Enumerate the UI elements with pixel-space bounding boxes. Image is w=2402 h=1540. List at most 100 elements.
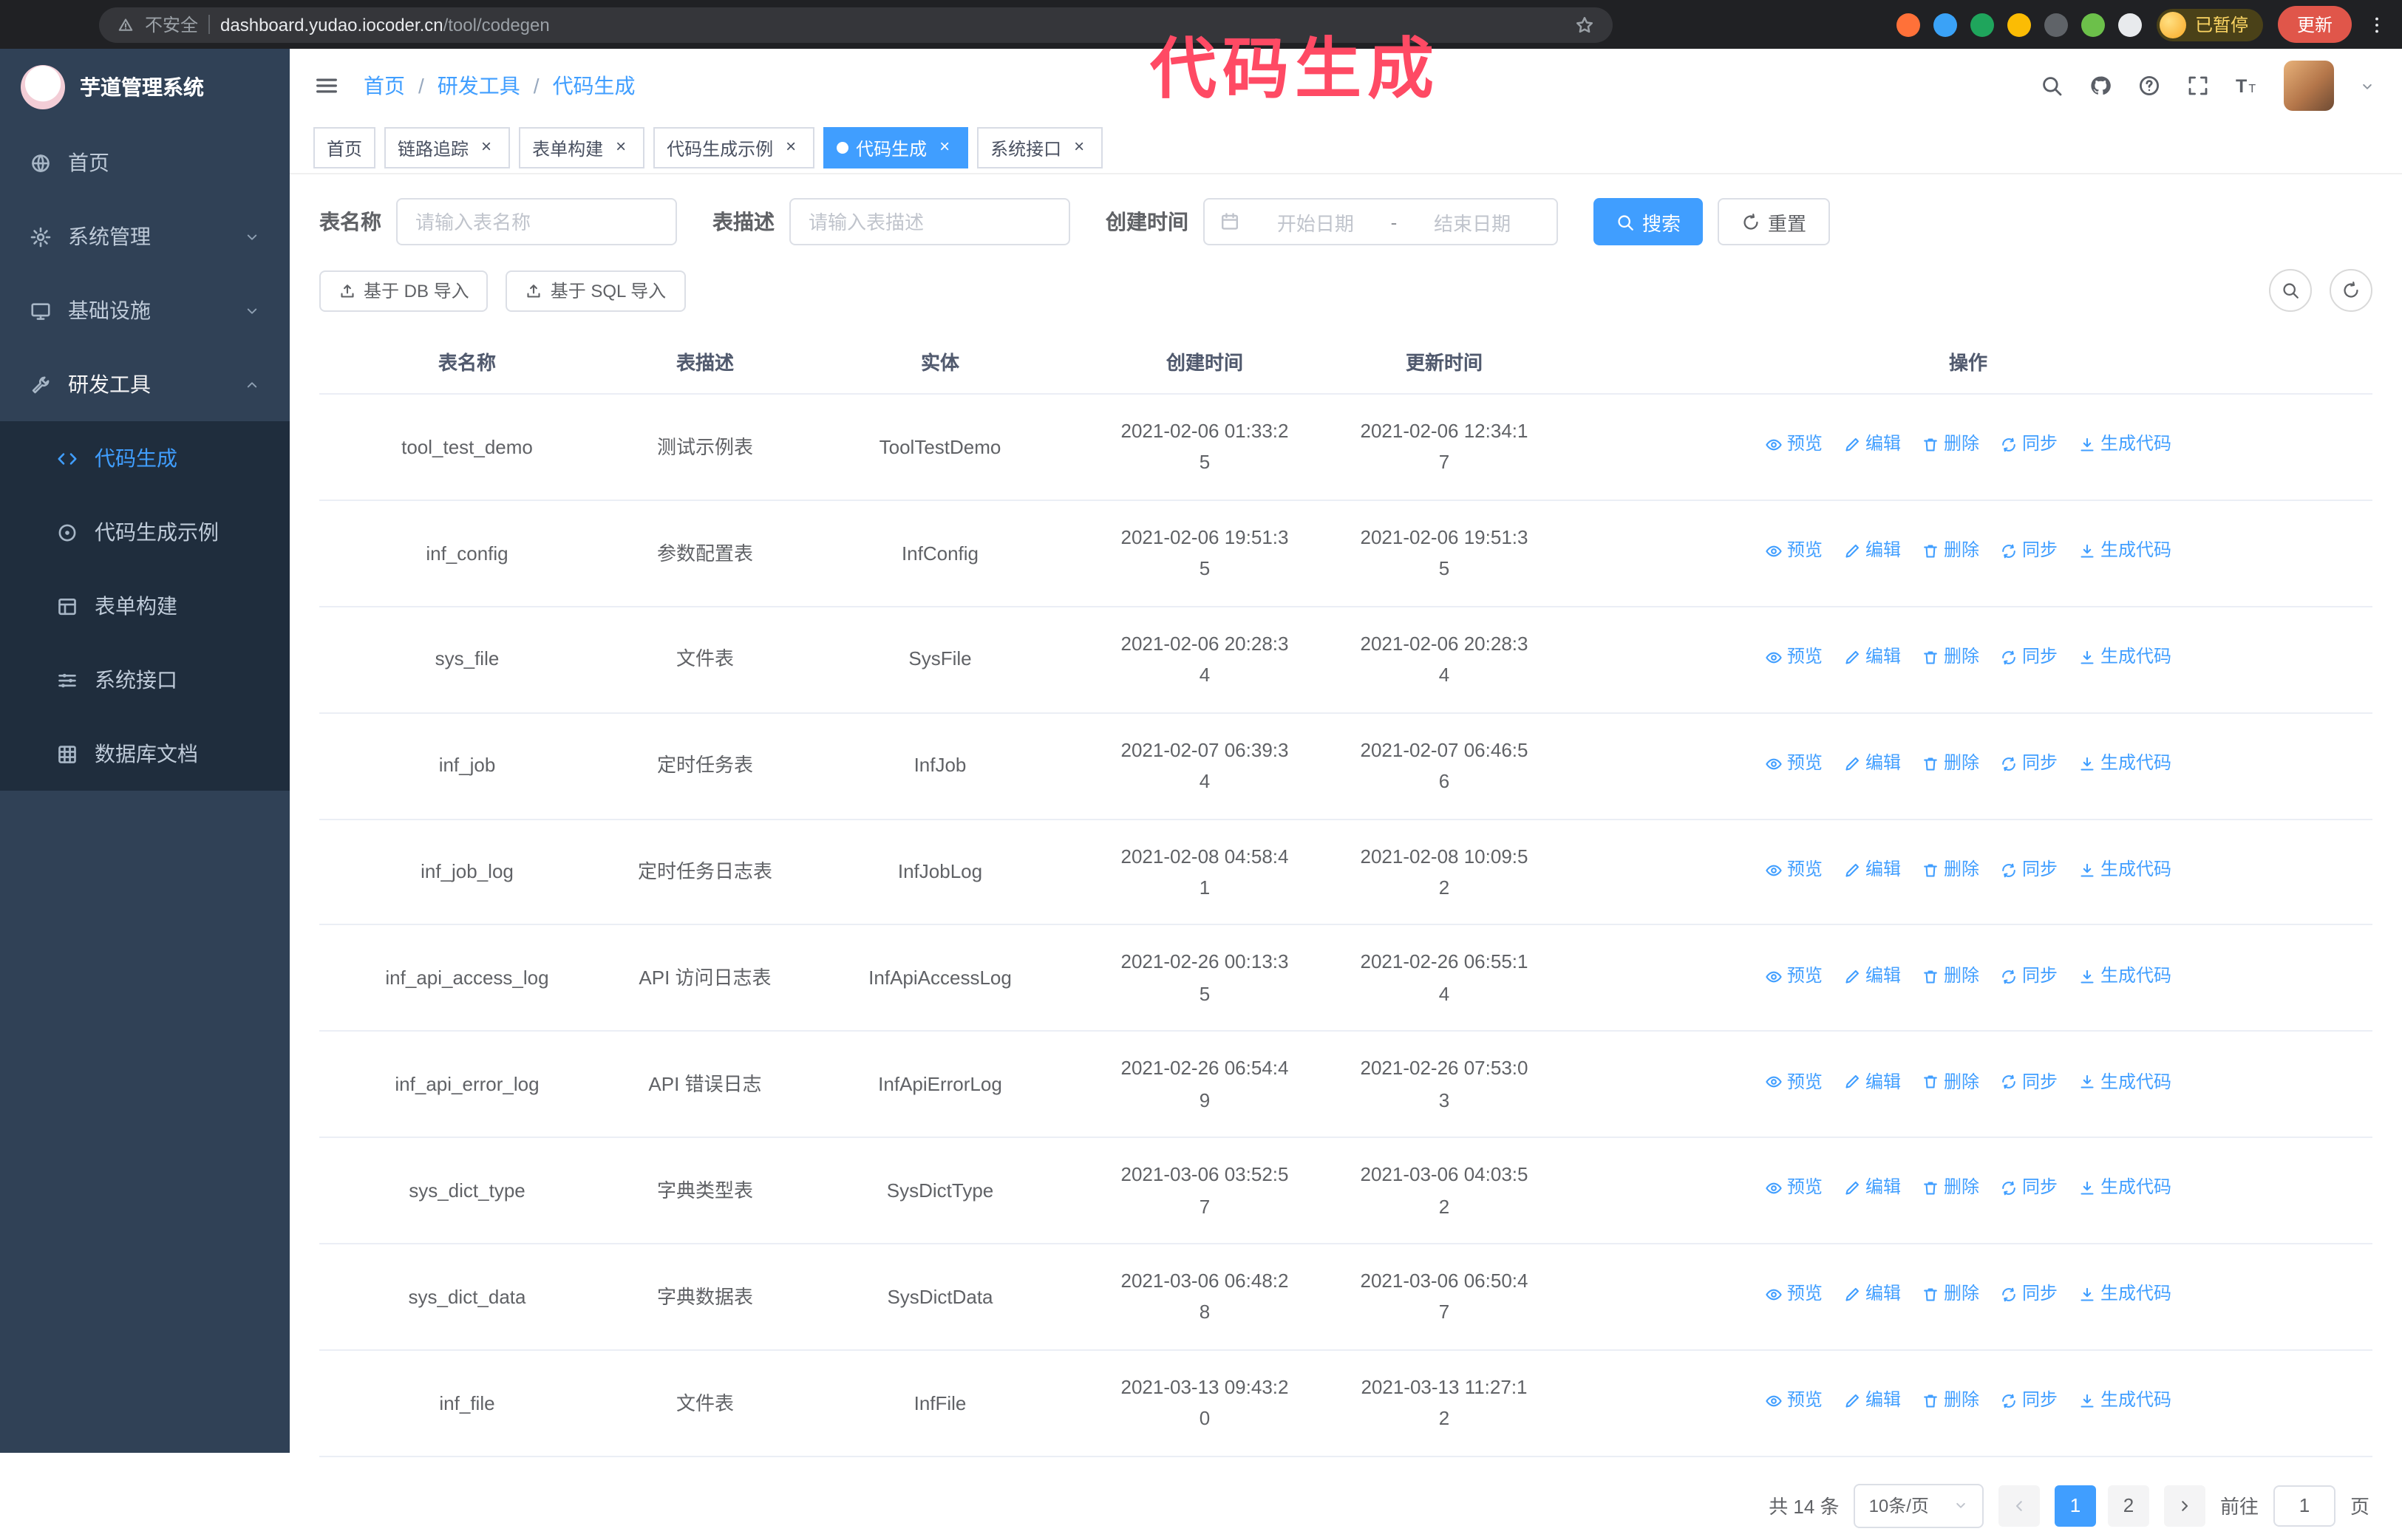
action-generate[interactable]: 生成代码 (2078, 536, 2171, 566)
caret-down-icon[interactable] (2359, 78, 2375, 94)
tab-codegen[interactable]: 代码生成 × (823, 127, 969, 168)
action-generate[interactable]: 生成代码 (2078, 1386, 2171, 1416)
close-icon[interactable]: × (1069, 137, 1089, 158)
action-delete[interactable]: 删除 (1922, 536, 1979, 566)
action-delete[interactable]: 删除 (1922, 1068, 1979, 1097)
profile-chip[interactable]: 已暂停 (2156, 8, 2263, 41)
action-preview[interactable]: 预览 (1765, 961, 1823, 991)
github-icon[interactable] (2089, 74, 2112, 98)
browser-menu-icon[interactable] (2367, 14, 2387, 35)
action-edit[interactable]: 编辑 (1843, 1068, 1901, 1097)
action-generate[interactable]: 生成代码 (2078, 431, 2171, 460)
action-edit[interactable]: 编辑 (1843, 961, 1901, 991)
action-sync[interactable]: 同步 (2000, 1068, 2058, 1097)
action-generate[interactable]: 生成代码 (2078, 749, 2171, 779)
action-delete[interactable]: 删除 (1922, 856, 1979, 885)
action-sync[interactable]: 同步 (2000, 643, 2058, 672)
next-page-button[interactable] (2163, 1485, 2205, 1527)
sidebar-item-codegen[interactable]: 代码生成 (0, 421, 290, 495)
font-size-icon[interactable]: TT (2235, 74, 2259, 98)
tab-form-build[interactable]: 表单构建 × (519, 127, 645, 168)
search-icon[interactable] (2040, 74, 2064, 98)
page-size-select[interactable]: 10条/页 (1854, 1483, 1984, 1528)
action-generate[interactable]: 生成代码 (2078, 961, 2171, 991)
reset-button[interactable]: 重置 (1718, 198, 1831, 245)
page-button-1[interactable]: 1 (2054, 1485, 2096, 1527)
action-delete[interactable]: 删除 (1922, 961, 1979, 991)
import-sql-button[interactable]: 基于 SQL 导入 (506, 270, 686, 311)
toggle-search-button[interactable] (2269, 269, 2312, 312)
tab-home[interactable]: 首页 (313, 127, 376, 168)
app-logo[interactable]: 芋道管理系统 (0, 49, 290, 126)
tab-api-doc[interactable]: 系统接口 × (977, 127, 1103, 168)
action-edit[interactable]: 编辑 (1843, 643, 1901, 672)
action-sync[interactable]: 同步 (2000, 1281, 2058, 1310)
sidebar-item-infra[interactable]: 基础设施 (0, 273, 290, 347)
action-preview[interactable]: 预览 (1765, 856, 1823, 885)
table-desc-input[interactable] (789, 198, 1070, 245)
action-delete[interactable]: 删除 (1922, 1174, 1979, 1204)
action-preview[interactable]: 预览 (1765, 1281, 1823, 1310)
url-bar[interactable]: 不安全 dashboard.yudao.iocoder.cn/tool/code… (99, 7, 1613, 42)
action-sync[interactable]: 同步 (2000, 536, 2058, 566)
create-time-range-picker[interactable]: 开始日期 - 结束日期 (1203, 198, 1558, 245)
update-button[interactable]: 更新 (2277, 6, 2352, 43)
action-delete[interactable]: 删除 (1922, 1281, 1979, 1310)
action-edit[interactable]: 编辑 (1843, 856, 1901, 885)
sidebar-item-devtools[interactable]: 研发工具 (0, 347, 290, 421)
action-generate[interactable]: 生成代码 (2078, 1281, 2171, 1310)
breadcrumb-devtools[interactable]: 研发工具 (438, 71, 520, 100)
action-delete[interactable]: 删除 (1922, 1386, 1979, 1416)
action-delete[interactable]: 删除 (1922, 749, 1979, 779)
table-name-input[interactable] (396, 198, 677, 245)
action-preview[interactable]: 预览 (1765, 536, 1823, 566)
action-sync[interactable]: 同步 (2000, 431, 2058, 460)
green-check-extension-icon[interactable] (1970, 13, 1994, 36)
import-db-button[interactable]: 基于 DB 导入 (319, 270, 489, 311)
orange-extension-icon[interactable] (1896, 13, 1920, 36)
user-avatar[interactable] (2284, 61, 2334, 111)
close-icon[interactable]: × (476, 137, 497, 158)
bookmark-star-icon[interactable] (1574, 14, 1595, 35)
page-button-2[interactable]: 2 (2107, 1485, 2149, 1527)
action-generate[interactable]: 生成代码 (2078, 856, 2171, 885)
action-preview[interactable]: 预览 (1765, 1068, 1823, 1097)
puzzle-extension-icon[interactable] (2117, 13, 2142, 36)
help-icon[interactable] (2137, 74, 2161, 98)
leaf-extension-icon[interactable] (2081, 13, 2105, 36)
tab-tracer[interactable]: 链路追踪 × (384, 127, 511, 168)
close-icon[interactable]: × (610, 137, 631, 158)
action-generate[interactable]: 生成代码 (2078, 643, 2171, 672)
sidebar-item-system[interactable]: 系统管理 (0, 200, 290, 273)
prev-page-button[interactable] (1998, 1485, 2040, 1527)
action-sync[interactable]: 同步 (2000, 961, 2058, 991)
refresh-table-button[interactable] (2330, 269, 2372, 312)
action-edit[interactable]: 编辑 (1843, 536, 1901, 566)
blue-extension-icon[interactable] (1933, 13, 1957, 36)
close-icon[interactable]: × (934, 137, 955, 158)
sidebar-toggle-icon[interactable] (313, 72, 340, 99)
tab-codegen-example[interactable]: 代码生成示例 × (653, 127, 815, 168)
action-edit[interactable]: 编辑 (1843, 1174, 1901, 1204)
sidebar-item-home[interactable]: 首页 (0, 126, 290, 200)
action-sync[interactable]: 同步 (2000, 856, 2058, 885)
search-button[interactable]: 搜索 (1593, 198, 1704, 245)
action-preview[interactable]: 预览 (1765, 749, 1823, 779)
action-generate[interactable]: 生成代码 (2078, 1068, 2171, 1097)
action-edit[interactable]: 编辑 (1843, 1281, 1901, 1310)
action-sync[interactable]: 同步 (2000, 1174, 2058, 1204)
action-preview[interactable]: 预览 (1765, 1386, 1823, 1416)
sidebar-item-db-doc[interactable]: 数据库文档 (0, 717, 290, 791)
sidebar-item-codegen-example[interactable]: 代码生成示例 (0, 495, 290, 569)
action-preview[interactable]: 预览 (1765, 1174, 1823, 1204)
gray-extension-icon[interactable] (2044, 13, 2068, 36)
close-icon[interactable]: × (780, 137, 801, 158)
sidebar-item-form-build[interactable]: 表单构建 (0, 569, 290, 643)
action-sync[interactable]: 同步 (2000, 1386, 2058, 1416)
fullscreen-icon[interactable] (2186, 74, 2210, 98)
action-generate[interactable]: 生成代码 (2078, 1174, 2171, 1204)
breadcrumb-home[interactable]: 首页 (364, 71, 405, 100)
action-preview[interactable]: 预览 (1765, 643, 1823, 672)
yellow-extension-icon[interactable] (2007, 13, 2031, 36)
sidebar-item-api-doc[interactable]: 系统接口 (0, 643, 290, 717)
